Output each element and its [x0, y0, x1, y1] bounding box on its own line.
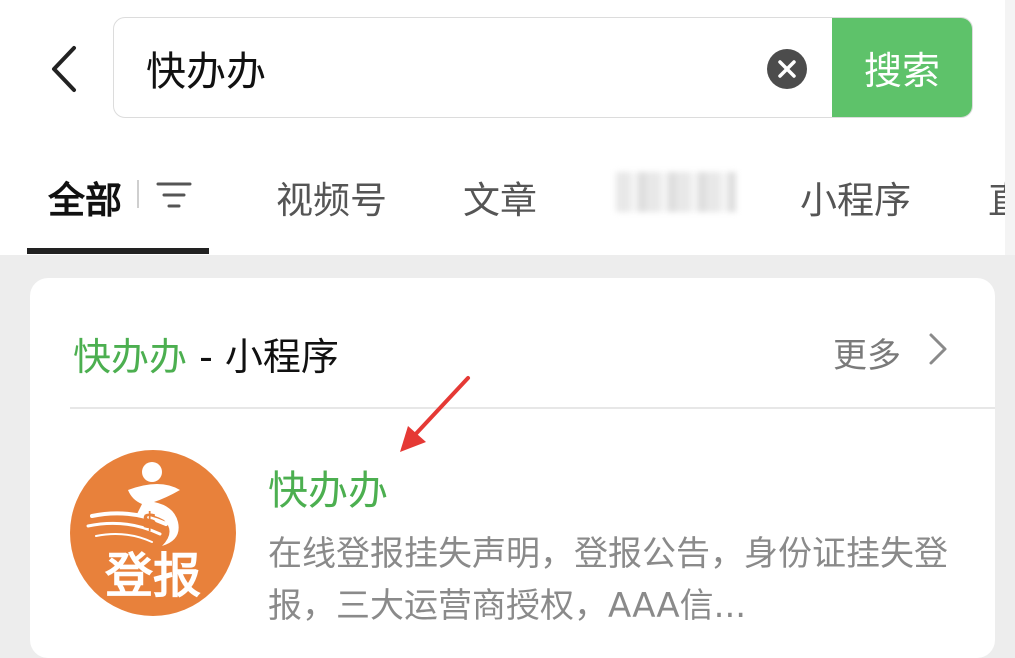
tab-divider	[137, 180, 139, 208]
search-button[interactable]: 搜索	[832, 18, 972, 117]
tab-channels[interactable]: 视频号	[276, 170, 387, 224]
section-title-keyword: 快办办	[73, 335, 188, 379]
active-tab-indicator	[27, 248, 209, 254]
search-input[interactable]	[146, 18, 746, 117]
more-link[interactable]: 更多	[833, 328, 901, 377]
tab-articles[interactable]: 文章	[463, 170, 537, 224]
back-arrow-icon	[52, 46, 76, 92]
tab-bar: 全部 视频号 文章 小程序 直	[0, 150, 1015, 255]
section-title: 快办办 - 小程序	[73, 326, 339, 381]
section-title-suffix: - 小程序	[187, 335, 339, 379]
mini-program-description: 在线登报挂失声明，登报公告，身份证挂失登报，三大运营商授权，AAA信...	[268, 534, 948, 626]
logo-text: 登报	[104, 548, 201, 604]
mini-program-logo[interactable]: $ 登报	[70, 450, 236, 616]
mini-program-section: 快办办 - 小程序 更多 $ 登报 快办办 在线登报挂失声明，登报公告，身份证挂…	[30, 278, 995, 658]
filter-icon[interactable]	[156, 180, 192, 210]
clear-button[interactable]	[767, 49, 807, 89]
section-divider	[70, 407, 995, 409]
search-header: 搜索 全部 视频号 文章 小程序 直	[0, 0, 1015, 255]
tab-blurred[interactable]	[616, 172, 736, 212]
search-bar: 搜索	[113, 17, 973, 118]
back-button[interactable]	[44, 44, 88, 94]
annotation-arrow-icon	[400, 376, 470, 452]
mini-program-name[interactable]: 快办办	[268, 458, 388, 516]
svg-text:$: $	[142, 509, 157, 534]
tab-all[interactable]: 全部	[48, 170, 122, 224]
clear-icon	[778, 60, 796, 78]
chevron-right-icon[interactable]	[928, 332, 948, 366]
tab-live[interactable]: 直	[988, 170, 1015, 224]
tab-mini-programs[interactable]: 小程序	[800, 170, 911, 224]
